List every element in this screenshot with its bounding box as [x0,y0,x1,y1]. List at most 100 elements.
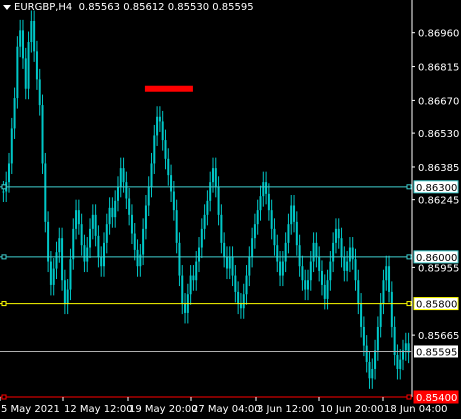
candle-body [287,224,290,243]
candle-body [181,275,184,304]
candle-body [195,261,198,281]
level-0.85400-handle-right[interactable] [406,394,412,400]
candle-body [198,247,201,262]
level-0.86000-handle-left[interactable] [1,254,7,260]
candle-body [122,168,125,183]
chart-title: EURGBP,H4 0.85563 0.85612 0.85530 0.8559… [3,2,254,13]
candle-body [304,280,307,290]
candle-body [119,168,122,187]
candle-body [108,207,111,225]
candle-body [35,51,38,80]
candle-body [234,275,237,292]
candle-body [200,228,203,248]
candle-body [75,210,78,229]
candle-body [47,221,50,262]
candle-body [27,42,30,89]
level-0.86300-handle-right[interactable] [406,184,412,190]
level-0.86300-price-label: 0.86300 [416,183,457,194]
candle-body [237,291,240,304]
price-tick-label: 0.85955 [418,263,459,274]
candle-body [265,182,268,194]
price-chart[interactable]: 0.86960 0.86815 0.86670 0.86530 0.86385 0.862… [0,0,461,419]
candle-body [72,228,75,260]
candle-body [262,182,265,197]
candle-body [33,21,36,52]
candle-body [242,294,245,309]
candle-body [245,275,248,295]
candle-body [329,261,332,281]
candle-body [351,247,354,260]
candle-body [80,224,83,246]
candle-body [348,247,351,262]
candle-body [52,268,55,285]
candle-body [214,168,217,187]
candle-body [239,303,242,309]
candle-body [167,158,170,176]
candle-body [251,238,254,257]
high-marker[interactable] [144,85,193,92]
candle-body [396,354,399,369]
level-0.85800-handle-right[interactable] [406,301,412,307]
candle-body [346,261,349,271]
price-tick-label: 0.86815 [418,63,459,74]
candle-body [362,326,365,346]
candle-body [231,256,234,276]
candle-body [147,186,150,206]
candle-body [318,256,321,271]
level-0.85800-handle-left[interactable] [1,301,7,307]
candle-body [360,303,363,327]
candle-body [309,261,312,281]
candle-body [223,242,226,257]
candle-body [273,228,276,246]
price-tick-label: 0.85665 [418,331,459,342]
candle-body [281,261,284,276]
candle-body [334,228,337,243]
candle-body [189,275,192,295]
candle-body [38,79,41,106]
candle-body [217,186,220,215]
candle-body [128,198,131,215]
candle-body [293,205,296,222]
candle-body [276,245,279,262]
candle-body [58,238,61,253]
candle-body [209,182,212,201]
candle-body [326,280,329,299]
candle-body [2,191,5,193]
candle-body [61,238,64,281]
candle-body [399,359,402,369]
level-0.85400-handle-left[interactable] [1,394,7,400]
candle-body [371,368,374,379]
candle-body [225,256,228,269]
candle-body [295,221,298,246]
candle-body [290,205,293,225]
price-tick-label: 0.86670 [418,96,459,107]
price-tick-label: 0.86960 [418,29,459,40]
time-tick-label: 19 May 20:00 [129,404,198,415]
candle-body [77,210,80,225]
candle-body [192,275,195,281]
candle-body [323,284,326,299]
candle-body [91,214,94,229]
candle-body [83,245,86,262]
candle-body [156,116,159,136]
candle-body [211,168,214,183]
price-tick-label: 0.86245 [418,196,459,207]
candle-body [100,256,103,267]
collapse-triangle-icon[interactable] [3,4,11,10]
candle-body [312,242,315,262]
candle-body [86,247,89,262]
candle-body [16,46,19,99]
time-tick-label: 12 May 12:00 [64,404,133,415]
candle-body [125,182,128,199]
candle-body [24,58,27,89]
candle-body [172,191,175,211]
level-0.85400-price-label: 0.85400 [416,393,457,404]
level-0.85800-price-label: 0.85800 [416,300,457,311]
candle-body [164,140,167,159]
level-0.86000-price-label: 0.86000 [416,253,457,264]
level-0.86000-handle-right[interactable] [406,254,412,260]
time-tick-label: 3 Jun 12:00 [257,404,314,415]
level-0.86300-handle-left[interactable] [1,184,7,190]
candle-body [30,21,33,43]
candle-body [248,256,251,276]
